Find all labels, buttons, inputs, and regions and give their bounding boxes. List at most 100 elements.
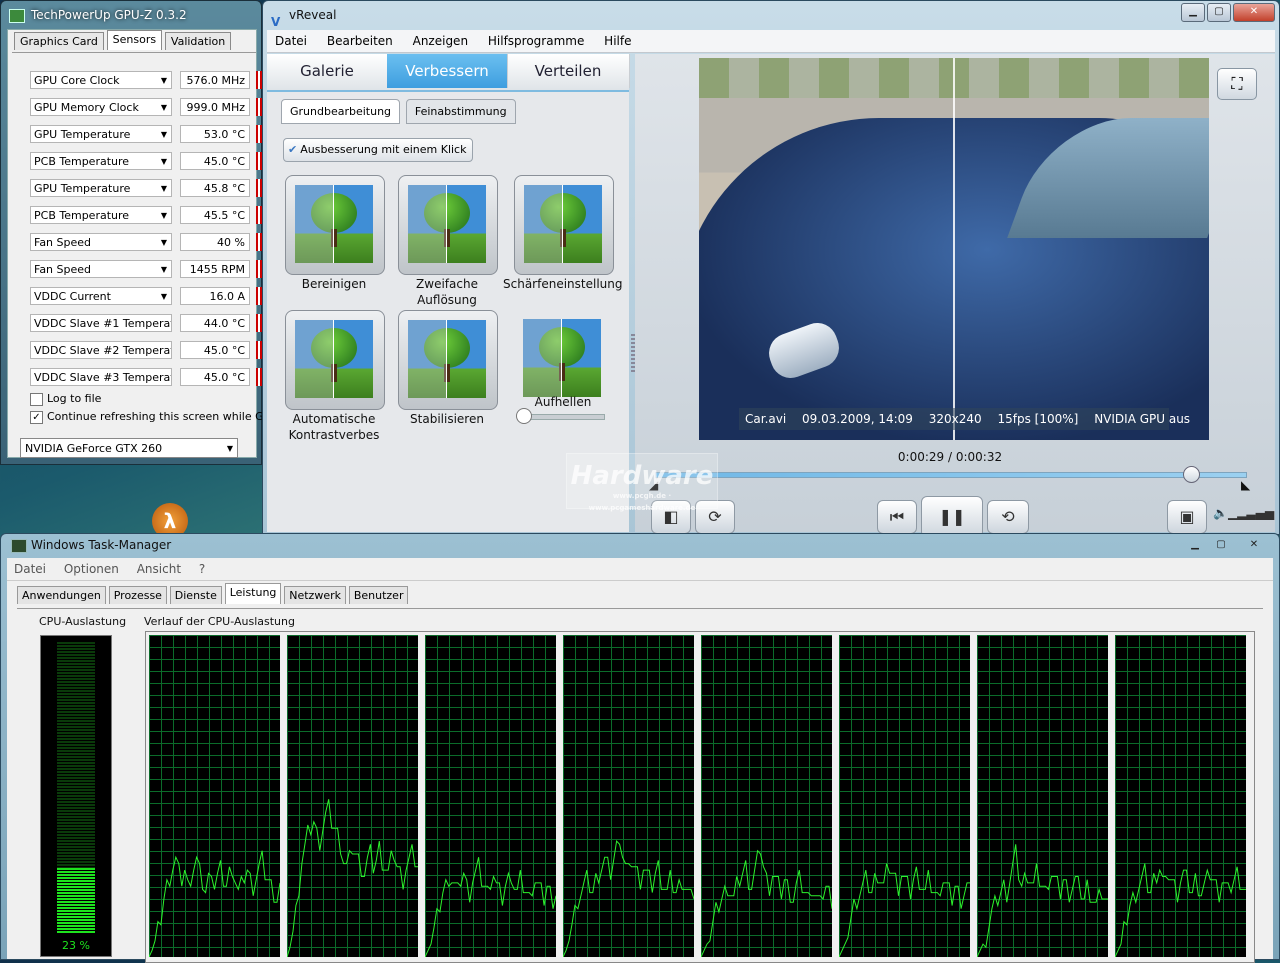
dropdown-arrow-icon: ▼ xyxy=(160,238,167,247)
camera-icon: ▣ xyxy=(1179,507,1195,526)
compare-divider[interactable] xyxy=(953,58,955,440)
menu-ansicht[interactable]: Ansicht xyxy=(130,558,188,580)
tool-label: Bereinigen xyxy=(301,277,367,291)
sensor-name-dropdown[interactable]: GPU Core Clock ▼ xyxy=(30,71,172,89)
tab-dienste[interactable]: Dienste xyxy=(169,586,222,604)
minimize-button[interactable]: ▁ xyxy=(1181,3,1205,22)
sensor-panel: GPU Core Clock ▼ 576.0 MHz GPU Memory Cloc… xyxy=(12,52,302,453)
cpu-usage-line xyxy=(1115,863,1246,957)
sensor-name-dropdown[interactable]: VDDC Slave #3 Temperature xyxy=(30,368,172,386)
timeline-knob[interactable] xyxy=(1183,466,1200,483)
tab-grundbearbeitung[interactable]: Grundbearbeitung xyxy=(281,99,401,124)
fullscreen-icon: ⛶ xyxy=(1231,74,1243,93)
loop-icon: ⟲ xyxy=(1001,507,1015,526)
sensor-value: 45.5 °C xyxy=(180,206,250,224)
tool-kontrast-button[interactable] xyxy=(285,310,385,410)
maximize-button[interactable]: ▢ xyxy=(1207,3,1231,22)
log-to-file-checkbox[interactable]: Log to file xyxy=(30,392,101,406)
sensor-name-dropdown[interactable]: GPU Temperature ▼ xyxy=(30,179,172,197)
gpuz-titlebar[interactable]: TechPowerUp GPU-Z 0.3.2 xyxy=(1,1,261,29)
sensor-name-dropdown[interactable]: Fan Speed ▼ xyxy=(30,260,172,278)
menu-help[interactable]: ? xyxy=(192,558,212,580)
pause-button[interactable]: ❚❚ xyxy=(921,496,983,538)
one-click-fix-button[interactable]: ✔ Ausbesserung mit einem Klick xyxy=(283,138,474,162)
close-button[interactable]: ✕ xyxy=(1233,3,1275,22)
close-button[interactable]: ✕ xyxy=(1237,536,1271,555)
cpu-usage-meter: 23 % xyxy=(40,635,112,957)
tab-anwendungen[interactable]: Anwendungen xyxy=(17,586,106,604)
tab-leistung[interactable]: Leistung xyxy=(224,583,282,604)
sensor-name-dropdown[interactable]: GPU Memory Clock ▼ xyxy=(30,98,172,116)
tool-label: Stabilisieren xyxy=(410,412,484,426)
menu-hilfe[interactable]: Hilfe xyxy=(596,30,639,52)
tool-schaerfe-button[interactable] xyxy=(514,175,614,275)
trim-end-icon[interactable]: ◣ xyxy=(1241,478,1250,492)
pause-icon: ❚❚ xyxy=(938,507,966,526)
loop-button[interactable]: ⟲ xyxy=(987,500,1029,534)
menu-datei[interactable]: Datei xyxy=(267,30,315,52)
fullscreen-button[interactable]: ⛶ xyxy=(1217,68,1257,100)
tab-graphics-card[interactable]: Graphics Card xyxy=(14,32,104,50)
timeline-slider[interactable] xyxy=(655,466,1247,483)
cpu-usage-line xyxy=(839,863,970,957)
tool-zweifache-aufloesung-button[interactable] xyxy=(398,175,498,275)
sensor-name-dropdown[interactable]: GPU Temperature ▼ xyxy=(30,125,172,143)
sensor-value: 576.0 MHz xyxy=(180,71,250,89)
video-date: 09.03.2009, 14:09 xyxy=(802,412,913,426)
sensor-name-dropdown[interactable]: VDDC Slave #2 Temperature xyxy=(30,341,172,359)
vreveal-title: vReveal xyxy=(289,8,337,22)
tab-validation[interactable]: Validation xyxy=(164,32,232,50)
tool-stabilisieren-button[interactable] xyxy=(398,310,498,410)
cpu-core-graph xyxy=(425,635,556,957)
tab-netzwerk[interactable]: Netzwerk xyxy=(284,586,346,604)
tree-resolution-icon xyxy=(408,185,486,263)
snapshot-button[interactable]: ▣ xyxy=(1167,500,1207,534)
tab-verbessern[interactable]: Verbessern xyxy=(387,54,508,88)
sensor-value: 53.0 °C xyxy=(180,125,250,143)
tab-sensors[interactable]: Sensors xyxy=(106,30,163,50)
sensor-value: 44.0 °C xyxy=(180,314,250,332)
tab-verteilen[interactable]: Verteilen xyxy=(507,54,630,88)
gpu-select[interactable]: NVIDIA GeForce GTX 260 ▼ xyxy=(20,438,238,458)
taskmgr-app-icon xyxy=(11,539,27,553)
previous-button[interactable]: ⏮ xyxy=(877,500,917,534)
menu-optionen[interactable]: Optionen xyxy=(57,558,126,580)
dropdown-arrow-icon: ▼ xyxy=(226,444,233,453)
cpu-usage-line xyxy=(977,844,1108,957)
cpu-core-graph xyxy=(563,635,694,957)
sensor-value: 16.0 A xyxy=(180,287,250,305)
taskmgr-titlebar[interactable]: Windows Task-Manager ▁ ▢ ✕ xyxy=(1,534,1279,556)
performance-panel: CPU-Auslastung Verlauf der CPU-Auslastun… xyxy=(17,608,1263,963)
video-preview[interactable]: Car.avi 09.03.2009, 14:09 320x240 15fps … xyxy=(699,58,1209,440)
tab-feinabstimmung[interactable]: Feinabstimmung xyxy=(405,99,516,124)
sensor-name-dropdown[interactable]: VDDC Slave #1 Temperature xyxy=(30,314,172,332)
tab-galerie[interactable]: Galerie xyxy=(267,54,388,88)
tool-bereinigen-button[interactable] xyxy=(285,175,385,275)
sensor-name-dropdown[interactable]: PCB Temperature ▼ xyxy=(30,206,172,224)
tab-benutzer[interactable]: Benutzer xyxy=(348,586,409,604)
sensor-name-dropdown[interactable]: VDDC Current ▼ xyxy=(30,287,172,305)
main-tabs: Galerie Verbessern Verteilen xyxy=(267,54,630,92)
menu-bearbeiten[interactable]: Bearbeiten xyxy=(319,30,401,52)
volume-icon[interactable]: 🔈▁▂▃▄▅ xyxy=(1213,506,1274,520)
preview-panel: Car.avi 09.03.2009, 14:09 320x240 15fps … xyxy=(635,54,1275,538)
maximize-button[interactable]: ▢ xyxy=(1209,536,1233,555)
menu-anzeigen[interactable]: Anzeigen xyxy=(405,30,476,52)
slider-knob[interactable] xyxy=(516,408,532,424)
gpuz-title: TechPowerUp GPU-Z 0.3.2 xyxy=(31,8,187,22)
vreveal-check-icon: ✔ xyxy=(288,143,298,156)
gpuz-tabs: Graphics Card Sensors Validation xyxy=(14,30,232,52)
vreveal-titlebar[interactable]: V vReveal ▁ ▢ ✕ xyxy=(263,1,1279,29)
sensor-name-dropdown[interactable]: Fan Speed ▼ xyxy=(30,233,172,251)
tab-prozesse[interactable]: Prozesse xyxy=(108,586,167,604)
sensor-name-dropdown[interactable]: PCB Temperature ▼ xyxy=(30,152,172,170)
dropdown-arrow-icon: ▼ xyxy=(160,184,167,193)
menu-datei[interactable]: Datei xyxy=(7,558,53,580)
brighten-slider[interactable] xyxy=(516,408,605,424)
tool-label: Schärfeneinstellung xyxy=(503,277,623,291)
tree-contrast-icon xyxy=(295,320,373,398)
sensor-value: 45.0 °C xyxy=(180,368,250,386)
menu-hilfsprogramme[interactable]: Hilfsprogramme xyxy=(480,30,592,52)
minimize-button[interactable]: ▁ xyxy=(1183,536,1207,555)
video-info-bar: Car.avi 09.03.2009, 14:09 320x240 15fps … xyxy=(739,408,1190,430)
